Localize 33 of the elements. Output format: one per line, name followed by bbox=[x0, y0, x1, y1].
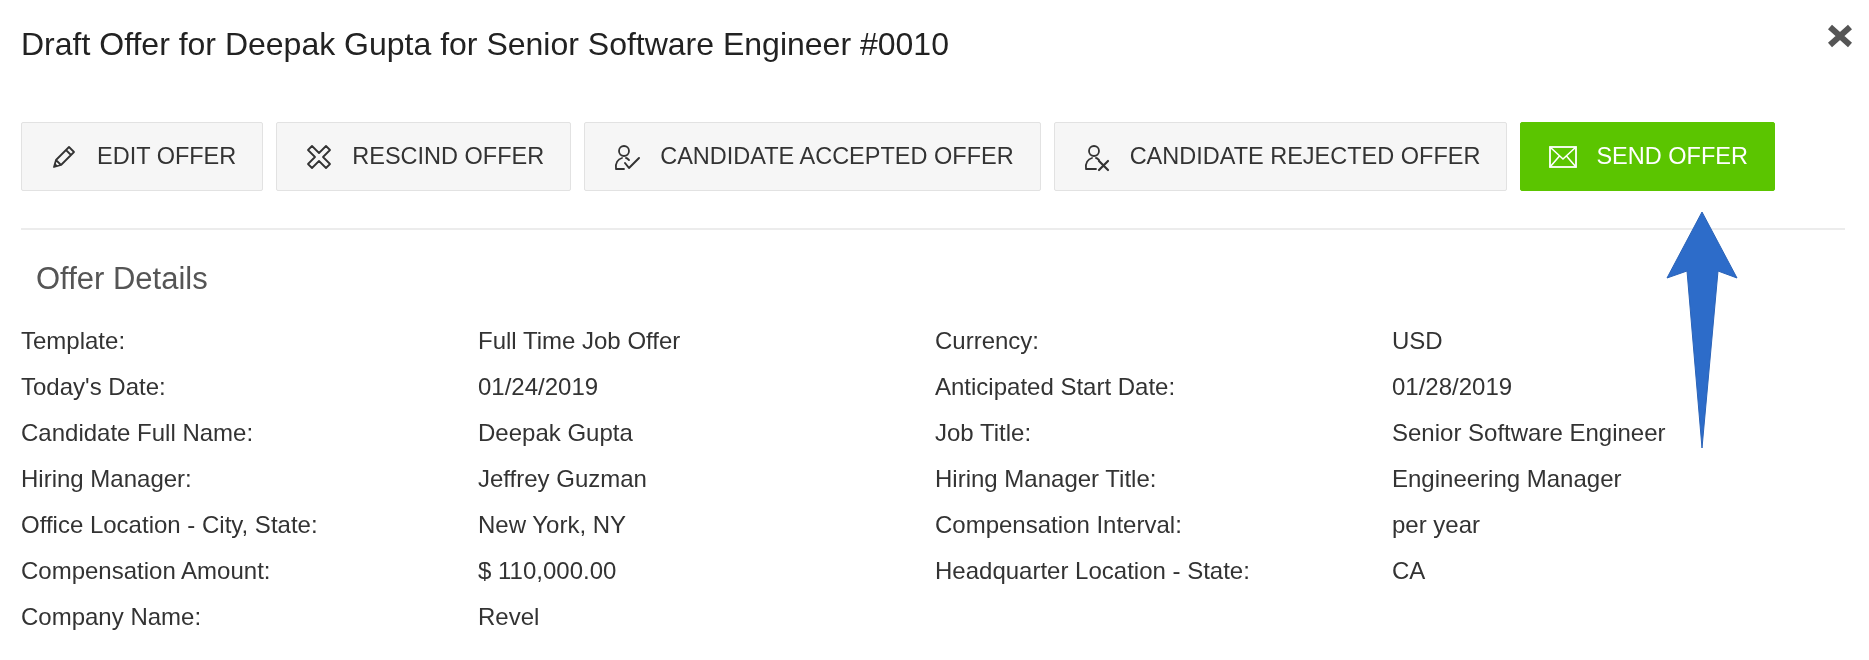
field-label: Company Name: bbox=[21, 602, 203, 632]
field-value: 01/24/2019 bbox=[478, 372, 599, 402]
action-button[interactable]: EDIT OFFER bbox=[21, 122, 264, 191]
field-value: Engineering Manager bbox=[1392, 464, 1622, 494]
dialog-title: Draft Offer for Deepak Gupta for Senior Software Engineer #0010 bbox=[21, 25, 949, 64]
field-label: Office Location - City, State: bbox=[21, 510, 319, 540]
field-value: Revel bbox=[478, 602, 540, 632]
action-button[interactable]: CANDIDATE REJECTED OFFER bbox=[1053, 122, 1508, 191]
action-button[interactable]: CANDIDATE ACCEPTED OFFER bbox=[584, 122, 1041, 191]
field-value: Full Time Job Offer bbox=[478, 326, 681, 356]
action-button[interactable]: RESCIND OFFER bbox=[276, 122, 572, 191]
field-value: CA bbox=[1392, 556, 1426, 586]
field-label: Anticipated Start Date: bbox=[935, 372, 1177, 402]
field-label: Hiring Manager: bbox=[21, 464, 193, 494]
field-value: Deepak Gupta bbox=[478, 418, 633, 448]
close-icon[interactable] bbox=[1827, 24, 1853, 48]
field-value: Senior Software Engineer bbox=[1392, 418, 1666, 448]
field-value: $ 110,000.00 bbox=[478, 556, 617, 586]
field-label: Candidate Full Name: bbox=[21, 418, 255, 448]
field-value: 01/28/2019 bbox=[1392, 372, 1513, 402]
field-label: Today's Date: bbox=[21, 372, 167, 402]
field-value: Jeffrey Guzman bbox=[478, 464, 647, 494]
field-label: Hiring Manager Title: bbox=[935, 464, 1158, 494]
field-label: Compensation Interval: bbox=[935, 510, 1183, 540]
field-label: Compensation Amount: bbox=[21, 556, 272, 586]
field-value: per year bbox=[1392, 510, 1481, 540]
field-label: Currency: bbox=[935, 326, 1041, 356]
field-value: USD bbox=[1392, 326, 1443, 356]
field-label: Job Title: bbox=[935, 418, 1033, 448]
field-label: Template: bbox=[21, 326, 127, 356]
field-label: Headquarter Location - State: bbox=[935, 556, 1251, 586]
field-value: New York, NY bbox=[478, 510, 627, 540]
section-heading: Offer Details bbox=[36, 262, 208, 296]
